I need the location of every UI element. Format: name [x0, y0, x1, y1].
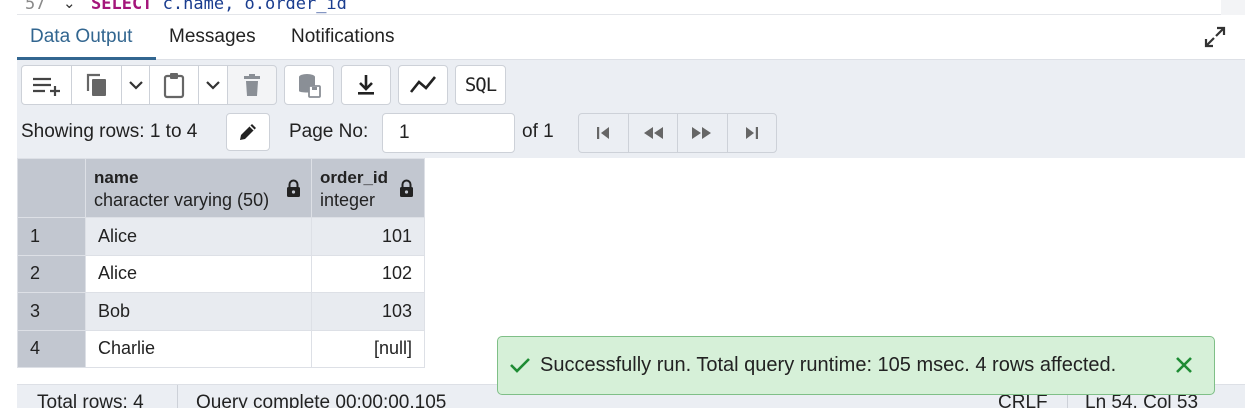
page-no-label: Page No:	[289, 121, 369, 142]
pagination-bar: Showing rows: 1 to 4 Page No: of 1	[17, 108, 1245, 158]
cell-order-id[interactable]: [null]	[311, 329, 425, 368]
delete-button[interactable]	[227, 65, 277, 105]
row-number[interactable]: 2	[17, 254, 86, 293]
cell-order-id[interactable]: 102	[311, 254, 425, 293]
left-gutter	[0, 0, 17, 408]
copy-icon	[86, 73, 106, 96]
cell-name[interactable]: Alice	[85, 217, 312, 256]
cell-order-id[interactable]: 101	[311, 217, 425, 256]
checkmark-icon	[510, 358, 530, 373]
paste-button[interactable]	[149, 65, 199, 105]
first-page-button[interactable]	[579, 114, 629, 152]
tab-data-output[interactable]: Data Output	[17, 15, 156, 60]
last-page-icon	[745, 127, 758, 139]
column-header-order-id[interactable]: order_id integer	[311, 158, 425, 218]
save-data-icon	[299, 74, 321, 98]
result-tabs: Data Output Messages Notifications	[17, 15, 1245, 60]
table-row[interactable]: 1 Alice 101	[17, 217, 425, 256]
last-page-button[interactable]	[728, 114, 777, 152]
sql-button[interactable]: SQL	[455, 65, 506, 105]
tab-notifications[interactable]: Notifications	[278, 15, 408, 60]
cell-order-id[interactable]: 103	[311, 292, 425, 331]
delete-icon	[244, 74, 260, 96]
toast-message: Successfully run. Total query runtime: 1…	[540, 354, 1117, 376]
next-page-button[interactable]	[678, 114, 728, 152]
column-header-name[interactable]: name character varying (50)	[85, 158, 312, 218]
table-row[interactable]: 2 Alice 102	[17, 254, 425, 293]
save-data-button[interactable]	[284, 65, 334, 105]
cell-name[interactable]: Charlie	[85, 329, 312, 368]
row-number[interactable]: 3	[17, 292, 86, 331]
data-toolbar: SQL	[17, 60, 1245, 108]
paste-options-button[interactable]	[198, 65, 228, 105]
add-row-icon	[32, 77, 60, 96]
expand-icon[interactable]	[1203, 25, 1227, 49]
page-number-input[interactable]	[382, 113, 515, 153]
sql-code-rest: c.name, o.order_id	[162, 0, 347, 14]
paste-icon	[163, 73, 185, 99]
query-editor-line[interactable]: 57 ⌄ SELECT c.name, o.order_id	[17, 0, 1221, 15]
download-icon	[358, 75, 374, 95]
sql-icon: SQL	[464, 74, 497, 96]
row-number-header[interactable]	[17, 158, 86, 218]
column-type: character varying (50)	[94, 190, 270, 210]
row-number[interactable]: 4	[17, 329, 86, 368]
page-count-label: of 1	[522, 121, 554, 142]
copy-options-button[interactable]	[121, 65, 150, 105]
success-toast: Successfully run. Total query runtime: 1…	[497, 336, 1215, 395]
table-row[interactable]: 3 Bob 103	[17, 292, 425, 331]
edit-rows-button[interactable]	[226, 113, 270, 151]
previous-page-button[interactable]	[629, 114, 678, 152]
cell-name[interactable]: Alice	[85, 254, 312, 293]
tab-messages[interactable]: Messages	[156, 15, 269, 60]
add-row-button[interactable]	[21, 65, 72, 105]
column-name: name	[94, 168, 139, 187]
first-page-icon	[597, 127, 610, 139]
lock-icon	[287, 179, 300, 197]
total-rows-status: Total rows: 4	[37, 392, 144, 408]
fast-forward-icon	[692, 127, 712, 139]
copy-button[interactable]	[71, 65, 122, 105]
fold-chevron-icon[interactable]: ⌄	[63, 0, 76, 12]
sql-keyword: SELECT	[91, 0, 153, 14]
graph-visualiser-button[interactable]	[398, 65, 448, 105]
query-complete-status: Query complete 00:00:00.105	[196, 392, 447, 408]
editor-scrollbar[interactable]	[1221, 0, 1245, 15]
rows-showing-label: Showing rows: 1 to 4	[21, 121, 198, 142]
table-row[interactable]: 4 Charlie [null]	[17, 329, 425, 368]
cell-name[interactable]: Bob	[85, 292, 312, 331]
chevron-down-icon	[128, 81, 143, 90]
close-icon[interactable]	[1174, 355, 1194, 375]
line-number: 57	[25, 0, 46, 14]
row-number[interactable]: 1	[17, 217, 86, 256]
page-navigation	[578, 113, 777, 153]
result-grid: name character varying (50) order_id int…	[17, 158, 425, 368]
graph-icon	[409, 76, 437, 93]
chevron-down-icon	[206, 81, 220, 90]
lock-icon	[400, 179, 413, 197]
download-button[interactable]	[341, 65, 391, 105]
sql-code[interactable]: SELECT c.name, o.order_id	[91, 0, 347, 14]
rewind-icon	[643, 127, 663, 139]
status-divider	[177, 385, 178, 408]
pencil-icon	[240, 124, 256, 140]
